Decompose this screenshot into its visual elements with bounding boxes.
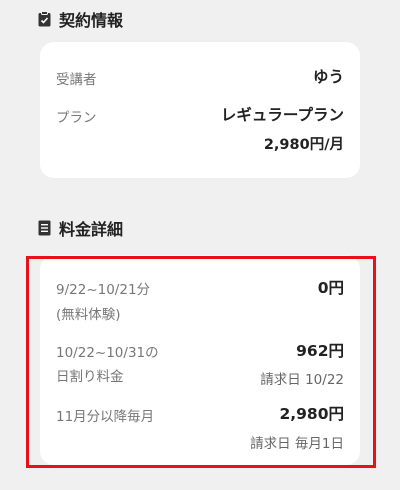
fee-section-title: 料金詳細 xyxy=(59,220,124,239)
student-label: 受講者 xyxy=(56,72,97,88)
prorated-billing-date: 請求日 10/22 xyxy=(260,372,344,388)
trial-note-label: (無料体験) xyxy=(56,307,121,323)
contract-section-header: 契約情報 xyxy=(38,7,123,31)
plan-value: レギュラープラン xyxy=(220,106,344,124)
prorated-note-label: 日割り料金 xyxy=(56,369,124,385)
clipboard-icon xyxy=(38,11,51,27)
trial-amount: 0円 xyxy=(317,279,344,297)
plan-label: プラン xyxy=(56,110,97,126)
contract-section-title: 契約情報 xyxy=(59,11,124,30)
receipt-icon xyxy=(38,220,51,236)
monthly-label: 11月分以降毎月 xyxy=(56,409,155,425)
trial-period-label: 9/22~10/21分 xyxy=(56,282,151,298)
contract-card: 受講者 ゆう プラン レギュラープラン 2,980円/月 xyxy=(40,42,360,178)
fee-section-header: 料金詳細 xyxy=(38,216,123,240)
prorated-amount: 962円 xyxy=(296,342,344,360)
monthly-amount: 2,980円 xyxy=(279,405,344,423)
fee-card: 9/22~10/21分 (無料体験) 0円 10/22~10/31の 日割り料金… xyxy=(40,255,360,465)
monthly-billing-date: 請求日 毎月1日 xyxy=(250,436,344,452)
plan-price: 2,980円/月 xyxy=(263,137,344,153)
prorated-period-label: 10/22~10/31の xyxy=(56,345,159,361)
student-value: ゆう xyxy=(312,68,344,86)
